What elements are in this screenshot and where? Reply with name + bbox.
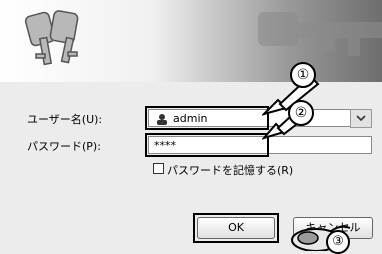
remember-password-checkbox[interactable] [153, 163, 164, 174]
password-label: パスワード(P): [27, 140, 101, 153]
keys-icon [24, 10, 79, 66]
username-dropdown-button[interactable] [350, 109, 372, 128]
callout-2-badge: ② [288, 100, 314, 126]
chevron-down-icon [356, 115, 366, 122]
username-highlight [145, 106, 269, 130]
callout-3-badge: ③ [326, 230, 350, 254]
username-label: ユーザー名(U): [27, 113, 103, 126]
password-highlight [145, 133, 269, 157]
callout-1-badge: ① [290, 62, 316, 88]
remember-password-label: パスワードを記憶する(R) [167, 164, 294, 177]
ok-button-highlight [193, 213, 279, 243]
